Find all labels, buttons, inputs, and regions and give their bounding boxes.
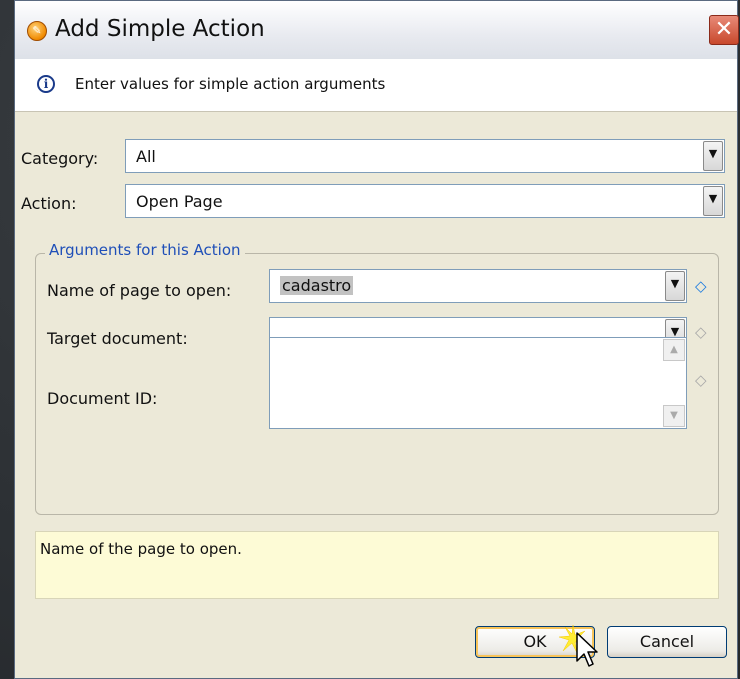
page-name-value[interactable]: cadastro: [280, 276, 354, 295]
category-select[interactable]: All ▼: [125, 139, 725, 173]
description-panel: Name of the page to open.: [35, 531, 719, 599]
category-label: Category:: [21, 149, 99, 168]
page-name-label: Name of page to open:: [47, 281, 232, 300]
chevron-down-icon[interactable]: ▼: [703, 141, 723, 171]
target-document-label: Target document:: [47, 329, 188, 348]
action-value: Open Page: [136, 192, 223, 211]
info-banner: i Enter values for simple action argumen…: [15, 59, 737, 112]
cancel-button[interactable]: Cancel: [607, 626, 727, 658]
info-icon: i: [37, 75, 55, 93]
app-icon: ✎: [27, 21, 47, 41]
description-text: Name of the page to open.: [40, 540, 242, 558]
optional-marker-icon: ◇: [695, 371, 707, 389]
action-select[interactable]: Open Page ▼: [125, 184, 725, 218]
chevron-down-icon[interactable]: ▼: [703, 186, 723, 216]
add-simple-action-dialog: ✎ Add Simple Action ✕ i Enter values for…: [14, 0, 739, 679]
title-bar[interactable]: ✎ Add Simple Action ✕: [15, 1, 739, 60]
chevron-down-icon[interactable]: ▼: [665, 271, 685, 301]
document-id-label: Document ID:: [47, 389, 158, 408]
document-id-field[interactable]: ▲ ▼: [269, 337, 687, 429]
arguments-group-title: Arguments for this Action: [45, 241, 245, 259]
category-value: All: [136, 147, 156, 166]
scroll-down-icon[interactable]: ▼: [663, 405, 685, 427]
info-message: Enter values for simple action arguments: [75, 75, 386, 93]
page-name-combo[interactable]: cadastro ▼: [269, 269, 687, 303]
optional-marker-icon: ◇: [695, 323, 707, 341]
required-marker-icon: ◇: [695, 277, 707, 295]
scroll-up-icon[interactable]: ▲: [663, 339, 685, 361]
dialog-title: Add Simple Action: [55, 16, 265, 42]
mouse-pointer-icon: [576, 632, 598, 667]
action-label: Action:: [21, 194, 77, 213]
close-button[interactable]: ✕: [709, 15, 739, 45]
